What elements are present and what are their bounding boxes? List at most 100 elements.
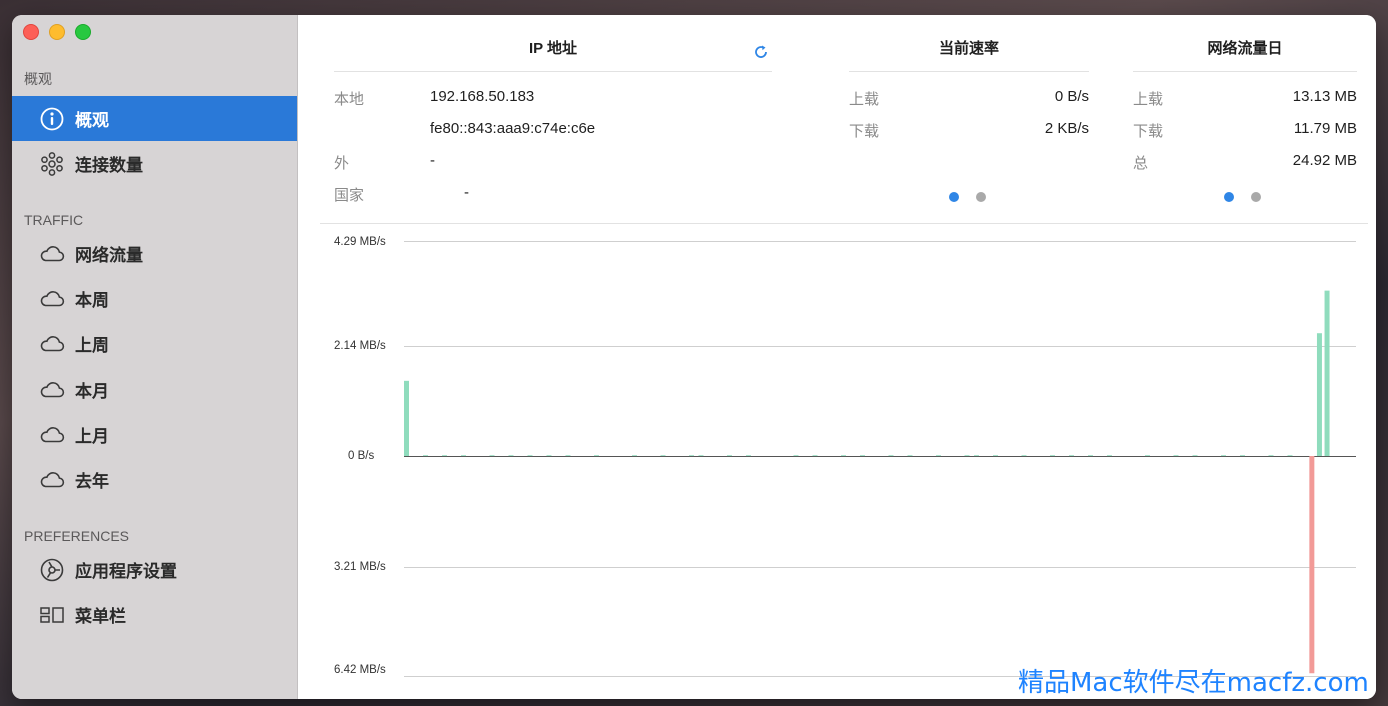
traffic-download-value: 11.79 MB — [1293, 120, 1357, 137]
upload-bar-small — [565, 455, 571, 457]
sidebar-item-label: 概观 — [75, 111, 109, 130]
traffic-download-label: 下载 — [1133, 123, 1164, 140]
speed-divider — [849, 71, 1089, 72]
upload-bar-small — [746, 455, 751, 457]
cloud-icon — [39, 331, 65, 357]
traffic-divider — [1133, 71, 1357, 72]
upload-bar-small — [546, 455, 552, 457]
traffic-total-label: 总 — [1133, 155, 1149, 172]
upload-bar-small — [489, 455, 495, 457]
country-value: - — [464, 184, 469, 201]
cloud-icon — [39, 422, 65, 448]
info-icon — [39, 106, 65, 132]
sidebar-item-connections[interactable]: 连接数量 — [12, 141, 297, 186]
speed-download-value: 2 KB/s — [1044, 120, 1089, 137]
local-ipv4-value: 192.168.50.183 — [430, 88, 535, 105]
sidebar-item-overview[interactable]: 概观 — [12, 96, 297, 141]
sidebar-item-label: 上月 — [75, 427, 109, 446]
upload-bar-small — [1069, 455, 1074, 457]
upload-bar-small — [993, 455, 998, 457]
upload-bar-small — [423, 455, 428, 457]
settings-icon — [39, 557, 65, 583]
section-overview-label: 概观 — [24, 71, 52, 87]
local-ipv6-value: fe80::843:aaa9:c74e:c6e — [430, 120, 596, 137]
traffic-page-dot-active[interactable] — [1224, 192, 1234, 202]
upload-bar-small — [1107, 455, 1112, 457]
sidebar-item-label: 网络流量 — [75, 246, 143, 265]
sidebar-item-last-year[interactable]: 去年 — [12, 457, 297, 502]
upload-bar-small — [698, 455, 704, 457]
upload-bar-small — [812, 455, 818, 457]
upload-bar-small — [527, 455, 533, 457]
upload-bar-small — [442, 455, 447, 457]
sidebar: 概观 概观 连接数量 TRAFFIC 网络流量 本周 上周 本月 上月 去年 P… — [12, 15, 298, 699]
section-preferences-label: PREFERENCES — [24, 528, 130, 544]
upload-bar-small — [508, 455, 514, 457]
upload-bar-small — [936, 455, 941, 457]
upload-bar-small — [689, 455, 694, 457]
zoom-window-button[interactable] — [75, 24, 91, 40]
ip-address-title: IP 地址 — [528, 40, 578, 57]
traffic-upload-label: 上载 — [1133, 91, 1164, 108]
upload-bar-small — [1192, 455, 1198, 457]
upload-bar-small — [860, 455, 865, 457]
upload-bar-small — [1021, 455, 1027, 457]
chart-plot — [404, 290, 1330, 674]
upload-bar-small — [1240, 455, 1245, 457]
upload-bar-small — [1268, 455, 1274, 457]
speed-upload-label: 上载 — [849, 91, 880, 108]
sidebar-item-label: 应用程序设置 — [75, 562, 177, 581]
cloud-icon — [39, 467, 65, 493]
local-label: 本地 — [334, 91, 365, 108]
speed-page-dot-inactive[interactable] — [976, 192, 986, 202]
sidebar-item-label: 连接数量 — [75, 156, 143, 175]
traffic-today-title: 网络流量日 — [1207, 40, 1283, 57]
upload-bar-small — [1173, 455, 1179, 457]
watermark-text: 精品Mac软件尽在macfz.com — [1018, 668, 1369, 698]
upload-bar-small — [1088, 455, 1093, 457]
cloud-icon — [39, 286, 65, 312]
upload-bar-small — [594, 455, 599, 457]
upload-bar-small — [1287, 455, 1293, 457]
menubar-icon — [39, 602, 65, 628]
speed-download-label: 下载 — [849, 123, 880, 140]
minimize-window-button[interactable] — [49, 24, 65, 40]
external-value: - — [430, 152, 435, 169]
traffic-upload-value: 13.13 MB — [1292, 88, 1357, 105]
traffic-total-value: 24.92 MB — [1292, 152, 1357, 169]
upload-bar-small — [888, 455, 894, 457]
speed-upload-value: 0 B/s — [1054, 88, 1089, 105]
section-traffic-label: TRAFFIC — [24, 212, 84, 228]
upload-bar-small — [964, 455, 970, 457]
refresh-icon[interactable] — [753, 44, 769, 60]
upload-bar-small — [727, 455, 732, 457]
upload-bar-small — [461, 455, 466, 457]
upload-bar-small — [1221, 455, 1226, 457]
main-content: IP 地址 本地 192.168.50.183 fe80::843:aaa9:c… — [298, 15, 1376, 699]
connections-icon — [39, 151, 65, 177]
upload-bar-small — [1145, 455, 1150, 457]
window-controls — [23, 24, 91, 40]
ip-divider — [334, 71, 772, 72]
upload-bar — [404, 380, 409, 456]
sidebar-item-menubar[interactable]: 菜单栏 — [12, 592, 297, 637]
close-window-button[interactable] — [23, 24, 39, 40]
traffic-page-dot-inactive[interactable] — [1251, 192, 1261, 202]
sidebar-item-last-week[interactable]: 上周 — [12, 321, 297, 366]
sidebar-item-app-settings[interactable]: 应用程序设置 — [12, 547, 297, 592]
speed-page-dot-active[interactable] — [949, 192, 959, 202]
sidebar-item-this-month[interactable]: 本月 — [12, 367, 297, 412]
sidebar-item-last-month[interactable]: 上月 — [12, 412, 297, 457]
cloud-icon — [39, 241, 65, 267]
upload-bar — [1324, 290, 1330, 456]
external-label: 外 — [334, 155, 350, 172]
sidebar-item-network-traffic[interactable]: 网络流量 — [12, 231, 297, 276]
current-speed-title: 当前速率 — [938, 40, 999, 57]
sidebar-item-label: 去年 — [75, 472, 109, 491]
download-bar — [1309, 456, 1315, 674]
sidebar-item-label: 本周 — [75, 291, 109, 310]
sidebar-item-label: 本月 — [75, 382, 109, 401]
upload-bar-small — [660, 455, 666, 457]
sidebar-item-this-week[interactable]: 本周 — [12, 276, 297, 321]
upload-bar-small — [632, 455, 637, 457]
